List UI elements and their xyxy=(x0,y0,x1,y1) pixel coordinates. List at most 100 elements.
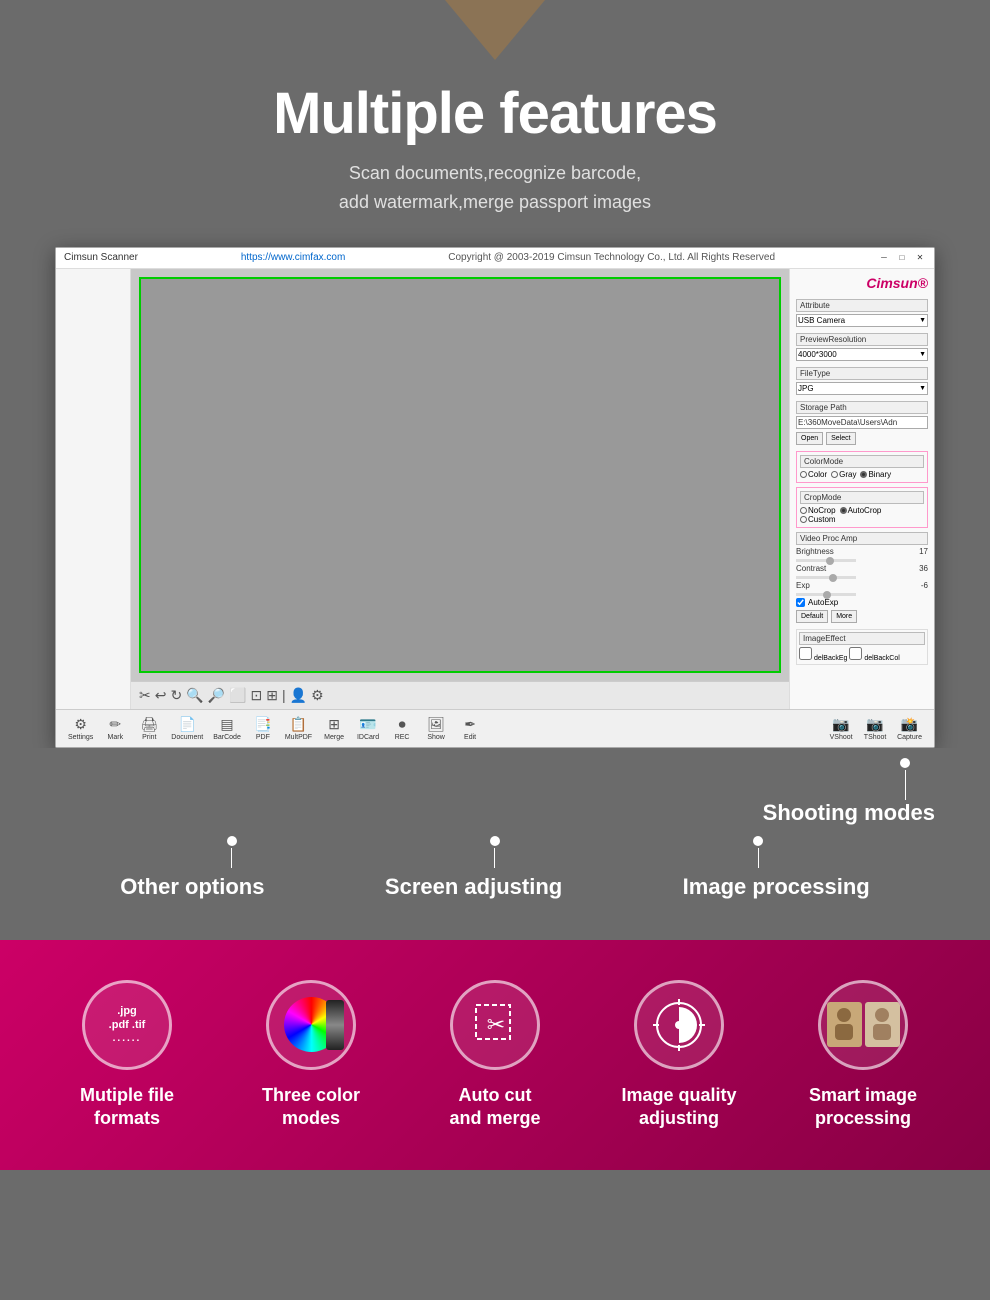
minimize-button[interactable]: ─ xyxy=(878,252,890,264)
screen-vert-line xyxy=(494,848,495,868)
maximize-button[interactable]: □ xyxy=(896,252,908,264)
toolbar-mark[interactable]: ✏ Mark xyxy=(99,714,131,743)
tool-icon-6[interactable]: ⬜ xyxy=(229,687,246,704)
feature-file-formats: .jpg .pdf .tif ...... Mutiple file forma… xyxy=(40,980,214,1131)
photo-2 xyxy=(865,1002,900,1047)
file-type-select[interactable]: JPG ▼ xyxy=(796,382,928,395)
del-back-eg-option[interactable]: delBackEg xyxy=(799,647,847,662)
toolbar-barcode[interactable]: ▤ BarCode xyxy=(209,714,245,743)
merge-icon: ⊞ xyxy=(328,716,340,733)
tool-icon-1[interactable]: ✂ xyxy=(139,687,151,704)
toolbar-multpdf[interactable]: 📋 MultPDF xyxy=(281,714,316,743)
shooting-dot-connector xyxy=(900,758,910,800)
close-button[interactable]: ✕ xyxy=(914,252,926,264)
autocrop-radio-dot xyxy=(840,507,847,514)
storage-path-section: Storage Path E:\360MoveData\Users\Adn Op… xyxy=(796,401,928,445)
left-panel xyxy=(56,269,131,709)
brightness-slider[interactable] xyxy=(796,559,856,562)
tool-icon-3[interactable]: ↻ xyxy=(170,687,182,704)
custom-radio[interactable]: Custom xyxy=(800,515,836,524)
scanner-window: Cimsun Scanner https://www.cimfax.com Co… xyxy=(55,247,935,748)
nocrop-radio[interactable]: NoCrop xyxy=(800,506,836,515)
select-button[interactable]: Select xyxy=(826,432,855,445)
center-dot xyxy=(675,1021,683,1029)
shooting-modes-label: Shooting modes xyxy=(763,800,935,826)
preview-toolbar: ✂ ↩ ↻ 🔍 🔎 ⬜ ⊡ ⊞ | 👤 ⚙ xyxy=(131,681,789,709)
tool-icon-10[interactable]: ⚙ xyxy=(311,687,324,704)
storage-btn-row: Open Select xyxy=(796,432,928,445)
print-label: Print xyxy=(142,734,156,741)
image-effect-label: ImageEffect xyxy=(799,632,925,645)
tool-separator: | xyxy=(282,687,286,703)
toolbar-document[interactable]: 📄 Document xyxy=(167,714,207,743)
toolbar-print[interactable]: 🖨 Print xyxy=(133,714,165,743)
autocrop-radio[interactable]: AutoCrop xyxy=(840,506,882,515)
more-button[interactable]: More xyxy=(831,610,857,623)
color-radio[interactable]: Color xyxy=(800,470,827,479)
preview-res-select[interactable]: 4000*3000 ▼ xyxy=(796,348,928,361)
capture-icon: 📸 xyxy=(901,716,918,733)
toolbar-settings[interactable]: ⚙ Settings xyxy=(64,714,97,743)
tool-icon-7[interactable]: ⊡ xyxy=(251,687,263,704)
toolbar-idcard[interactable]: 🪪 IDCard xyxy=(352,714,384,743)
color-mode-section: ColorMode Color Gray Binary xyxy=(796,451,928,483)
gray-radio-dot xyxy=(831,471,838,478)
image-effect-section: ImageEffect delBackEg delBackCol xyxy=(796,629,928,665)
window-controls[interactable]: ─ □ ✕ xyxy=(878,252,926,264)
file-formats-icon: .jpg .pdf .tif ...... xyxy=(109,1004,146,1046)
window-url: https://www.cimfax.com xyxy=(241,252,345,263)
tool-icon-4[interactable]: 🔍 xyxy=(186,687,203,704)
auto-exp-label: AutoExp xyxy=(808,598,838,607)
window-body: ✂ ↩ ↻ 🔍 🔎 ⬜ ⊡ ⊞ | 👤 ⚙ Cimsun® xyxy=(56,269,934,709)
toolbar-show[interactable]: 🖼 Show xyxy=(420,714,452,743)
tool-icon-8[interactable]: ⊞ xyxy=(266,687,278,704)
exp-thumb[interactable] xyxy=(823,591,831,599)
tool-icon-5[interactable]: 🔎 xyxy=(208,687,225,704)
auto-exp-checkbox[interactable] xyxy=(796,598,805,607)
file-type-arrow[interactable]: ▼ xyxy=(919,385,926,392)
gray-radio[interactable]: Gray xyxy=(831,470,856,479)
other-options-label: Other options xyxy=(120,874,264,900)
default-button[interactable]: Default xyxy=(796,610,828,623)
shooting-modes-row xyxy=(0,748,990,800)
toolbar-merge[interactable]: ⊞ Merge xyxy=(318,714,350,743)
window-title-left: Cimsun Scanner xyxy=(64,252,138,263)
attribute-dropdown-arrow[interactable]: ▼ xyxy=(919,317,926,324)
three-labels-row: Other options Screen adjusting Image pro… xyxy=(0,868,990,920)
toolbar-tshoot[interactable]: 📷 TShoot xyxy=(859,714,891,743)
tool-icon-2[interactable]: ↩ xyxy=(155,687,167,704)
exp-slider[interactable] xyxy=(796,593,856,596)
auto-exp-row: AutoExp xyxy=(796,598,928,607)
image-dot xyxy=(753,836,763,846)
tool-icon-9[interactable]: 👤 xyxy=(290,687,307,704)
tshoot-label: TShoot xyxy=(864,734,887,741)
print-icon: 🖨 xyxy=(140,716,158,733)
toolbar-capture[interactable]: 📸 Capture xyxy=(893,714,926,743)
smart-image-label: Smart image processing xyxy=(809,1084,917,1131)
features-grid: .jpg .pdf .tif ...... Mutiple file forma… xyxy=(40,980,950,1131)
binary-radio[interactable]: Binary xyxy=(860,470,891,479)
person-icon-2 xyxy=(867,1005,897,1045)
screenshot-wrapper: Cimsun Scanner https://www.cimfax.com Co… xyxy=(0,247,990,748)
del-back-col-option[interactable]: delBackCol xyxy=(849,647,899,662)
color-radio-dot xyxy=(800,471,807,478)
color-modes-label: Three color modes xyxy=(262,1084,360,1131)
window-titlebar: Cimsun Scanner https://www.cimfax.com Co… xyxy=(56,248,934,269)
screen-adjusting-label: Screen adjusting xyxy=(385,874,562,900)
contrast-thumb[interactable] xyxy=(829,574,837,582)
open-button[interactable]: Open xyxy=(796,432,823,445)
toolbar-vshoot[interactable]: 📷 VShoot xyxy=(825,714,857,743)
toolbar-edit[interactable]: ✒ Edit xyxy=(454,714,486,743)
mark-icon: ✏ xyxy=(109,716,121,733)
brightness-thumb[interactable] xyxy=(826,557,834,565)
file-type-section: FileType JPG ▼ xyxy=(796,367,928,395)
exp-value: -6 xyxy=(921,581,928,590)
preview-res-arrow[interactable]: ▼ xyxy=(919,351,926,358)
color-wheel-icon xyxy=(284,997,339,1052)
image-vert-line xyxy=(758,848,759,868)
toolbar-pdf[interactable]: 📑 PDF xyxy=(247,714,279,743)
toolbar-rec[interactable]: ⏺ REC xyxy=(386,714,418,743)
contrast-slider[interactable] xyxy=(796,576,856,579)
attribute-select[interactable]: USB Camera ▼ xyxy=(796,314,928,327)
storage-path-value: E:\360MoveData\Users\Adn xyxy=(796,416,928,429)
